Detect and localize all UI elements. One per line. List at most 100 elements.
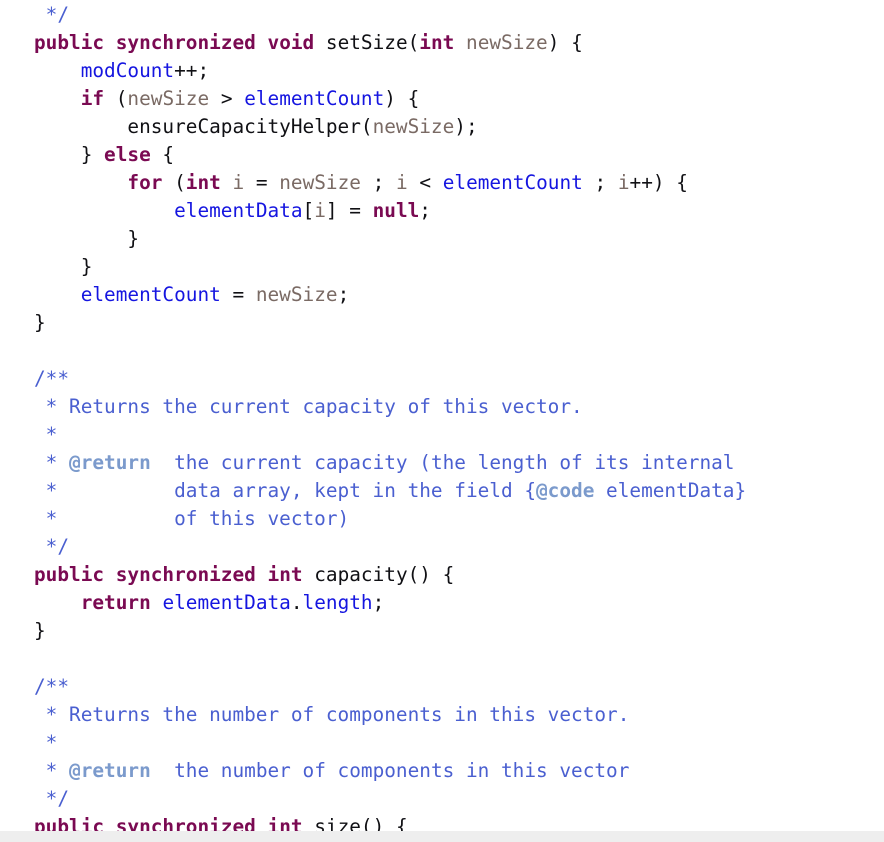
code-token: elementData (162, 591, 291, 614)
code-text-area[interactable]: */ public synchronized void setSize(int n… (0, 0, 884, 841)
code-line[interactable]: */ (0, 533, 884, 561)
code-token: } (34, 227, 140, 250)
code-token: [ (302, 199, 315, 222)
code-line[interactable]: elementData[i] = null; (0, 197, 884, 225)
code-token: public (34, 563, 105, 586)
code-line[interactable]: * (0, 729, 884, 757)
code-line[interactable]: } (0, 617, 884, 645)
code-token: * (34, 451, 70, 474)
code-token: null (372, 199, 420, 222)
code-line[interactable]: */ (0, 785, 884, 813)
code-line[interactable]: if (newSize > elementCount) { (0, 85, 884, 113)
code-token: i (314, 199, 326, 222)
code-token: * Returns the number of components in th… (34, 703, 630, 726)
code-token: = (220, 283, 256, 306)
code-token: else (104, 143, 151, 166)
code-token: > (209, 87, 245, 110)
code-token: ensureCapacityHelper( (34, 115, 373, 138)
code-line[interactable]: ensureCapacityHelper(newSize); (0, 113, 884, 141)
code-line[interactable]: /** (0, 673, 884, 701)
code-token: /** (34, 367, 70, 390)
code-token: @return (69, 451, 151, 474)
code-token: newSize (279, 171, 361, 194)
code-line[interactable]: } (0, 253, 884, 281)
code-token: = (244, 171, 280, 194)
code-token: elementData} (594, 479, 747, 502)
code-token: * data array, kept in the field { (34, 479, 536, 502)
code-line[interactable] (0, 645, 884, 673)
code-token: int (419, 31, 455, 54)
code-token: public (34, 31, 105, 54)
code-token: newSize (127, 87, 210, 110)
code-line[interactable]: modCount++; (0, 57, 884, 85)
code-token: void (267, 31, 315, 54)
code-token: ) { (384, 87, 420, 110)
code-token: the number of components in this vector (150, 759, 630, 782)
code-token: * (34, 731, 58, 754)
code-token: } (34, 143, 105, 166)
code-line[interactable]: public synchronized int capacity() { (0, 561, 884, 589)
code-token: ) { (547, 31, 583, 54)
code-line[interactable]: * @return the number of components in th… (0, 757, 884, 785)
code-line[interactable]: * (0, 421, 884, 449)
code-token: newSize (372, 115, 455, 138)
code-line[interactable]: * data array, kept in the field {@code e… (0, 477, 884, 505)
code-token: . (290, 591, 303, 614)
code-token: ; (419, 199, 431, 222)
code-token: for (127, 171, 163, 194)
code-token: elementData (174, 199, 303, 222)
code-token: { (150, 143, 175, 166)
code-token: synchronized (115, 563, 256, 586)
code-token: } (34, 255, 93, 278)
code-token: ); (454, 115, 478, 138)
code-token: * of this vector) (34, 507, 350, 530)
code-line[interactable]: public synchronized void setSize(int new… (0, 29, 884, 57)
code-line[interactable]: */ (0, 1, 884, 29)
code-line[interactable]: * Returns the number of components in th… (0, 701, 884, 729)
code-token: /** (34, 675, 70, 698)
code-token: @return (69, 759, 151, 782)
code-token: newSize (466, 31, 548, 54)
code-token: } (34, 311, 46, 334)
code-line[interactable]: * of this vector) (0, 505, 884, 533)
code-token: } (34, 619, 46, 642)
code-token: newSize (255, 283, 338, 306)
code-line[interactable]: } (0, 309, 884, 337)
code-token: ; (337, 283, 350, 306)
code-token: * (34, 759, 70, 782)
code-token: elementCount (442, 171, 583, 194)
code-token: */ (34, 535, 70, 558)
code-line[interactable]: * Returns the current capacity of this v… (0, 393, 884, 421)
code-token: ; (582, 171, 618, 194)
code-line[interactable]: elementCount = newSize; (0, 281, 884, 309)
code-line[interactable] (0, 337, 884, 365)
code-token: ++; (174, 59, 210, 82)
code-token: ; (372, 591, 385, 614)
code-token: i (396, 171, 408, 194)
code-token: elementCount (80, 283, 221, 306)
code-line[interactable]: * @return the current capacity (the leng… (0, 449, 884, 477)
code-token: i (617, 171, 630, 194)
code-line[interactable]: for (int i = newSize ; i < elementCount … (0, 169, 884, 197)
code-token: modCount (80, 59, 175, 82)
code-line[interactable]: } else { (0, 141, 884, 169)
code-viewer[interactable]: */ public synchronized void setSize(int n… (0, 0, 884, 842)
code-line[interactable]: return elementData.length; (0, 589, 884, 617)
code-token: if (80, 87, 105, 110)
code-token: */ (34, 3, 70, 26)
code-token: < (407, 171, 443, 194)
code-line[interactable]: /** (0, 365, 884, 393)
code-line[interactable]: } (0, 225, 884, 253)
viewport-bottom-bar (0, 831, 884, 842)
